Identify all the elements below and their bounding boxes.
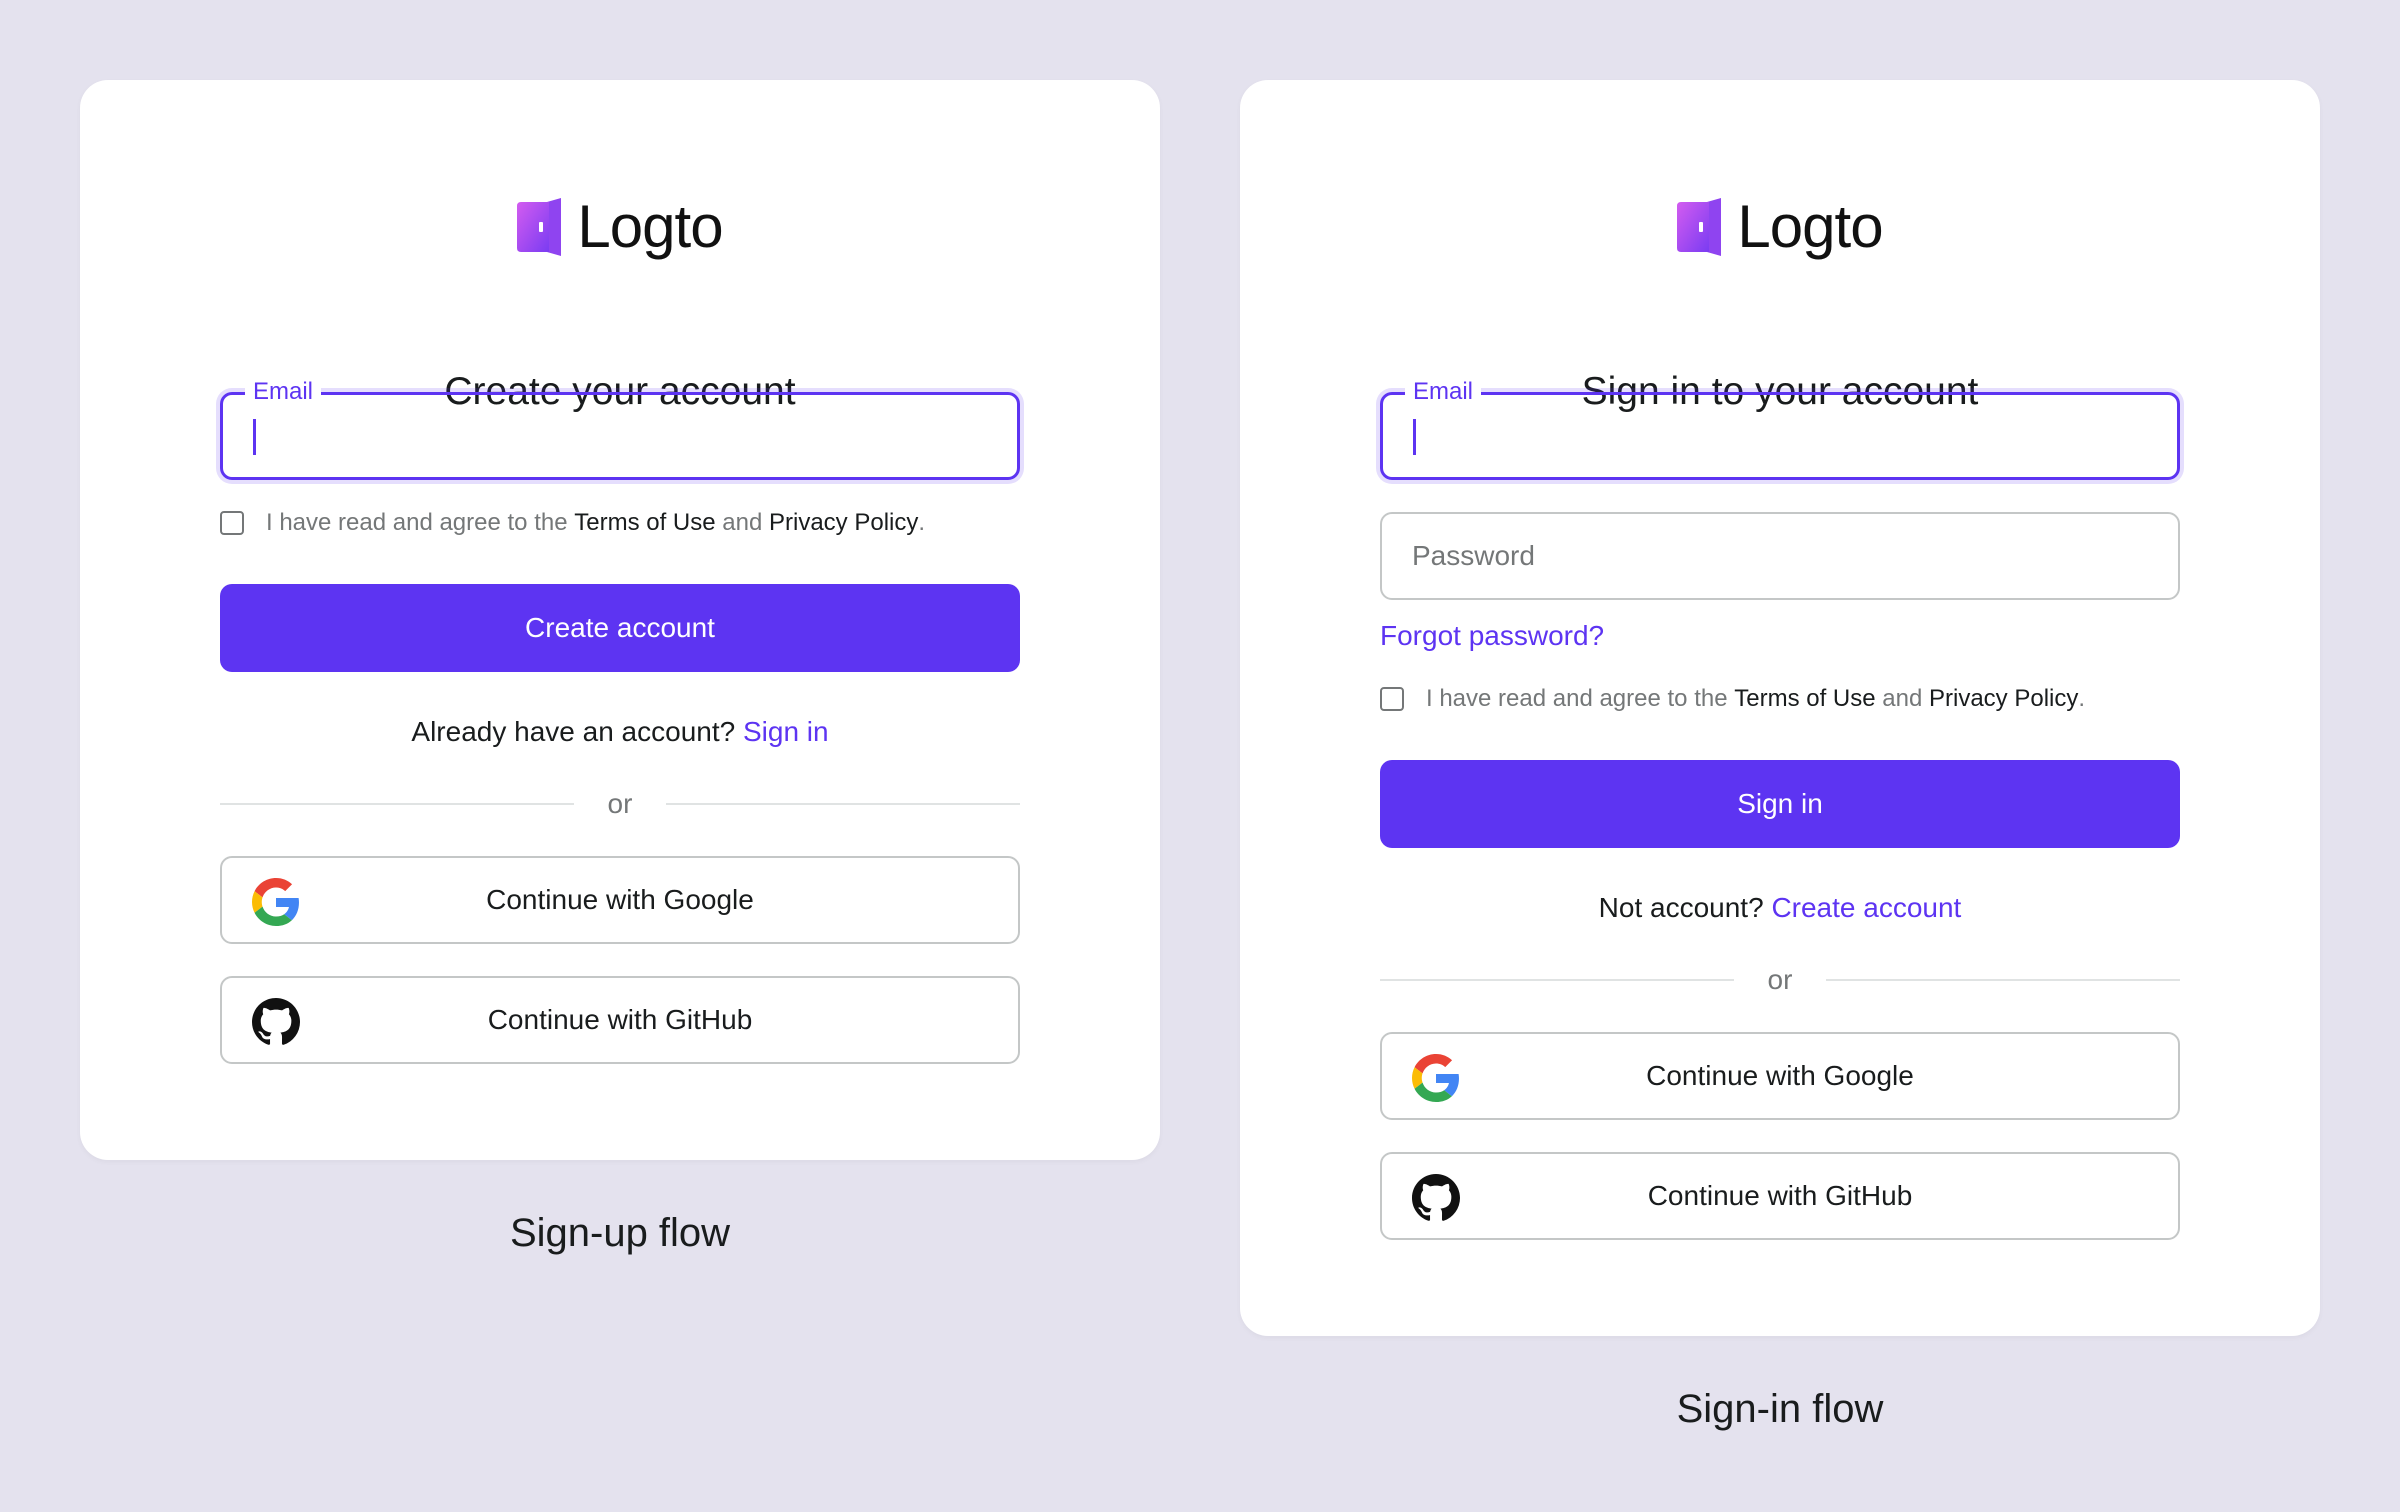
terms-period: . — [918, 509, 926, 536]
brand-name: Logto — [577, 193, 723, 260]
terms-of-use-link[interactable]: Terms of Use — [574, 509, 715, 537]
divider: or — [220, 786, 1020, 822]
signin-card: Logto Sign in to your account Email Forg… — [1240, 80, 2320, 1336]
email-field[interactable]: Email — [1380, 377, 2180, 480]
google-icon — [252, 878, 300, 926]
continue-with-github-button[interactable]: Continue with GitHub — [220, 976, 1020, 1064]
switch-text: Not account? — [1598, 892, 1764, 923]
logto-door-icon — [517, 198, 563, 256]
forgot-password-link[interactable]: Forgot password? — [1380, 618, 1604, 654]
terms-and-text: and — [722, 509, 763, 536]
text-caret — [253, 419, 256, 455]
terms-text: I have read and agree to the — [266, 509, 568, 536]
github-icon — [1412, 1174, 1460, 1222]
email-label: Email — [1405, 377, 1482, 407]
create-account-button[interactable]: Create account — [220, 584, 1020, 672]
terms-checkbox[interactable] — [1380, 687, 1404, 711]
google-icon — [1412, 1054, 1460, 1102]
continue-with-github-button[interactable]: Continue with GitHub — [1380, 1152, 2180, 1240]
signup-caption: Sign-up flow — [509, 1211, 731, 1255]
switch-text: Already have an account? — [411, 716, 736, 747]
google-button-label: Continue with Google — [1646, 1060, 1914, 1091]
logo: Logto — [1240, 192, 2320, 262]
terms-of-use-link[interactable]: Terms of Use — [1734, 685, 1875, 713]
terms-agreement: I have read and agree to the Terms of Us… — [1380, 682, 2280, 716]
terms-period: . — [2078, 685, 2086, 712]
logo: Logto — [80, 192, 1160, 262]
signup-card: Logto Create your account Email I have r… — [80, 80, 1160, 1160]
google-button-label: Continue with Google — [486, 884, 754, 915]
github-button-label: Continue with GitHub — [1647, 1180, 1913, 1211]
email-field[interactable]: Email — [220, 377, 1020, 480]
text-caret — [1413, 419, 1416, 455]
divider-or: or — [607, 788, 633, 819]
terms-and-text: and — [1882, 685, 1923, 712]
terms-text: I have read and agree to the — [1426, 685, 1728, 712]
github-icon — [252, 998, 300, 1046]
logto-door-icon — [1677, 198, 1723, 256]
brand-name: Logto — [1737, 193, 1883, 260]
privacy-policy-link[interactable]: Privacy Policy — [1929, 685, 2078, 713]
divider: or — [1380, 962, 2180, 998]
sign-in-button[interactable]: Sign in — [1380, 760, 2180, 848]
terms-agreement: I have read and agree to the Terms of Us… — [220, 506, 1120, 540]
signin-caption: Sign-in flow — [1676, 1387, 1884, 1431]
create-account-link[interactable]: Create account — [1771, 892, 1961, 923]
password-field[interactable] — [1380, 512, 2180, 600]
divider-or: or — [1767, 964, 1793, 995]
privacy-policy-link[interactable]: Privacy Policy — [769, 509, 918, 537]
github-button-label: Continue with GitHub — [487, 1004, 753, 1035]
password-input[interactable] — [1382, 514, 2178, 598]
sign-in-link[interactable]: Sign in — [743, 716, 829, 747]
terms-checkbox[interactable] — [220, 511, 244, 535]
switch-prompt: Already have an account? Sign in — [80, 714, 1160, 750]
email-label: Email — [245, 377, 322, 407]
continue-with-google-button[interactable]: Continue with Google — [220, 856, 1020, 944]
continue-with-google-button[interactable]: Continue with Google — [1380, 1032, 2180, 1120]
switch-prompt: Not account? Create account — [1240, 890, 2320, 926]
